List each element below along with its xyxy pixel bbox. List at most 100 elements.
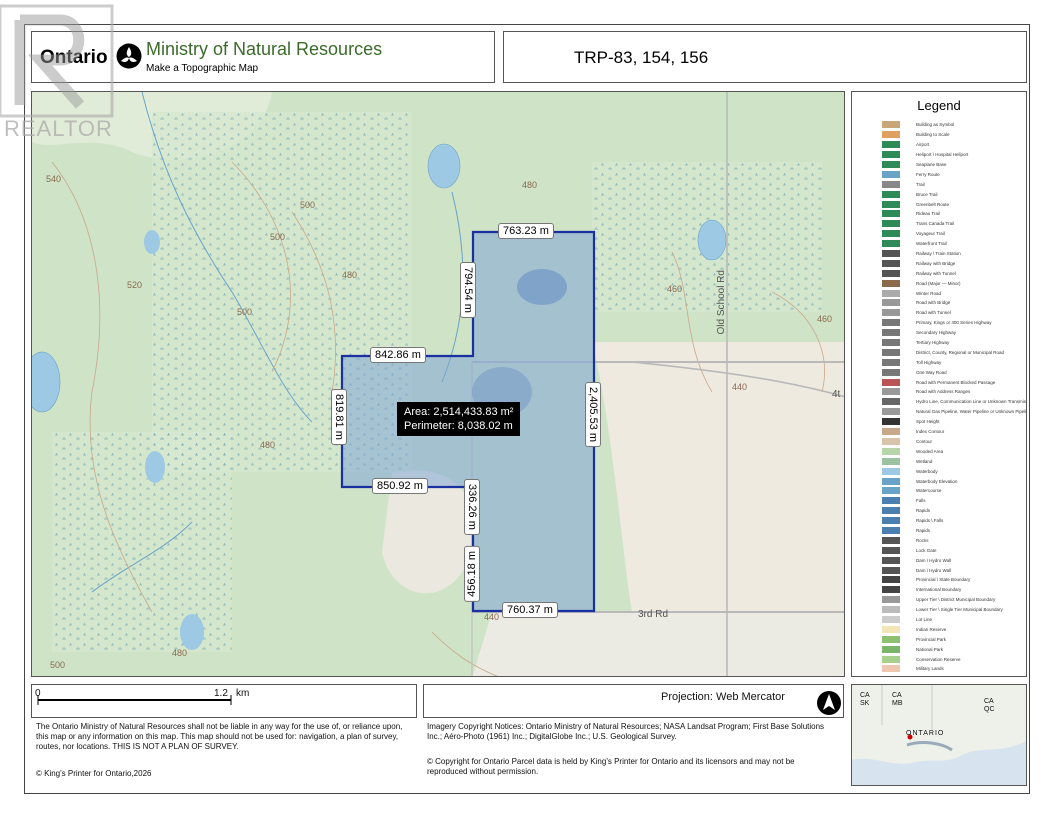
contour-label: 500 [300,200,316,210]
legend-item-label: Watercourse [916,488,942,494]
legend-symbol-icon [882,477,900,485]
legend-item-label: Trail [916,181,925,187]
legend-symbol-icon [882,151,900,159]
inset-label: QC [984,706,995,713]
legend-symbol-icon [882,487,900,495]
legend-symbol-icon [882,240,900,248]
legend-symbol-icon [882,299,900,307]
map-title: TRP-83, 154, 156 [574,48,709,67]
legend-item: Waterbody Elevation [882,476,1025,486]
legend-symbol-icon [882,507,900,515]
contour-label: 440 [732,382,748,392]
legend-item-label: Building as Symbol [916,122,955,128]
legend-item: One Way Road [882,367,1025,377]
legend-item-label: Primary, Kings or 400 Series Highway [916,320,992,326]
dimension-label-low-vertical: 456.18 m [464,546,480,602]
legend-item-label: One Way Road [916,369,947,375]
disclaimer-text: The Ontario Ministry of Natural Resource… [36,722,403,751]
legend-symbol-icon [882,289,900,297]
legend-item: Indian Reserve [882,624,1025,634]
legend-item: Upper Tier \ District Municipal Boundary [882,595,1025,605]
legend-item-label: Rocks [916,537,929,543]
legend-symbol-icon [882,210,900,218]
contour-label: 480 [522,180,538,190]
legend-item: Watercourse [882,486,1025,496]
legend-symbol-icon [882,586,900,594]
legend-item: Seaplane Base [882,160,1025,170]
legend-item-label: Road with Permanent Blocked Passage [916,379,996,385]
legend-item-label: Tertiary Highway [916,340,950,346]
legend-item: Natural Gas Pipeline, Water Pipeline or … [882,407,1027,417]
legend-symbol-icon [882,556,900,564]
copyright-kings-printer: © King's Printer for Ontario,2026 [36,769,152,778]
legend-item-label: Indian Reserve [916,626,947,632]
legend-item: Dam \ Hydro Wall [882,555,1025,565]
legend-symbol-icon [882,596,900,604]
legend-item-label: Heliport \ Hospital Heliport [916,152,969,158]
inset-label: MB [892,700,903,707]
legend-item-label: Greenbelt Route [916,201,950,207]
legend-item-label: Lot Line [916,616,933,622]
legend-item-label: Seaplane Base [916,162,947,167]
legend-symbol-icon [882,269,900,277]
legend-symbol-icon [882,635,900,643]
legend-item-label: Wooded Area [916,448,944,454]
legend-item: Secondary Highway [882,328,1025,338]
legend-item: Wooded Area [882,446,1025,456]
scale-end-label: 1.2 [214,688,228,699]
legend-item-label: Airport [916,142,930,148]
legend-item: Heliport \ Hospital Heliport [882,150,1025,160]
legend-item: Hydro Line, Communication Line or Unknow… [882,397,1026,407]
legend-symbol-icon [882,279,900,287]
legend-item: Toll Highway [882,357,1025,367]
contour-label: 500 [50,660,66,670]
legend-item: Waterfront Trail [882,239,1025,249]
scale-unit-label: km [236,688,250,699]
legend-item-label: Natural Gas Pipeline, Water Pipeline or … [916,409,1027,415]
legend-item: Road (Major — Minor) [882,278,1025,288]
legend-symbol-icon [882,368,900,376]
legend-item: Winter Road [882,288,1025,298]
legend-item-label: Lock Gate [916,547,937,553]
dimension-label-bottom: 760.37 m [502,602,558,618]
legend-symbol-icon [882,606,900,614]
legend-item-label: Rideau Trail [916,211,941,217]
legend-item-label: Falls [916,498,926,504]
scale-start-label: 0 [35,688,41,699]
contour-label: 500 [237,307,253,317]
legend-item: Building to Scale [882,130,1025,140]
legend-symbol-icon [882,526,900,534]
legend-item-label: Toll Highway [916,359,942,365]
topographic-map[interactable]: 540 500 500 520 480 500 460 440 460 480 … [31,91,845,677]
parcel-notice: © Copyright for Ontario Parcel data is h… [427,757,795,776]
legend-item: Railway with Bridge [882,258,1025,268]
legend-symbol-icon [882,428,900,436]
legend-item-label: Provincial \ State Boundary [916,577,971,583]
dimension-label-mid-vertical: 336.26 m [464,479,480,535]
legend-item: Rapids [882,526,1025,536]
legend-item: Road with Permanent Blocked Passage [882,377,1025,387]
contour-label: 480 [172,648,188,658]
legend-symbol-icon [882,665,900,673]
contour-label: 520 [127,280,143,290]
legend-item-label: Rapids [916,508,931,514]
legend-symbol-icon [882,536,900,544]
legend-item-label: Road with Address Ranges [916,389,971,395]
legend-item-label: Rapids \ Falls [916,518,944,524]
scale-bar-panel: 0 1.2 km [31,684,417,718]
legend-symbol-icon [882,398,900,406]
legend-symbol-icon [882,467,900,475]
legend-symbol-icon [882,615,900,623]
legend-item: Bruce Trail [882,189,1025,199]
legend-item-label: Bruce Trail [916,191,938,197]
legend-item: Spot Height [882,417,1025,427]
legend-item-label: Secondary Highway [916,330,957,336]
inset-label: SK [860,700,870,707]
inset-label: ONTARIO [906,730,945,737]
legend-symbol-icon [882,576,900,584]
legend-symbol-icon [882,358,900,366]
contour-label: 480 [260,440,276,450]
legend-item-label: Lower Tier \ Single Tier Municipal Bound… [916,607,1003,613]
north-arrow-icon [817,691,841,715]
projection-label: Projection: Web Mercator [661,691,785,703]
